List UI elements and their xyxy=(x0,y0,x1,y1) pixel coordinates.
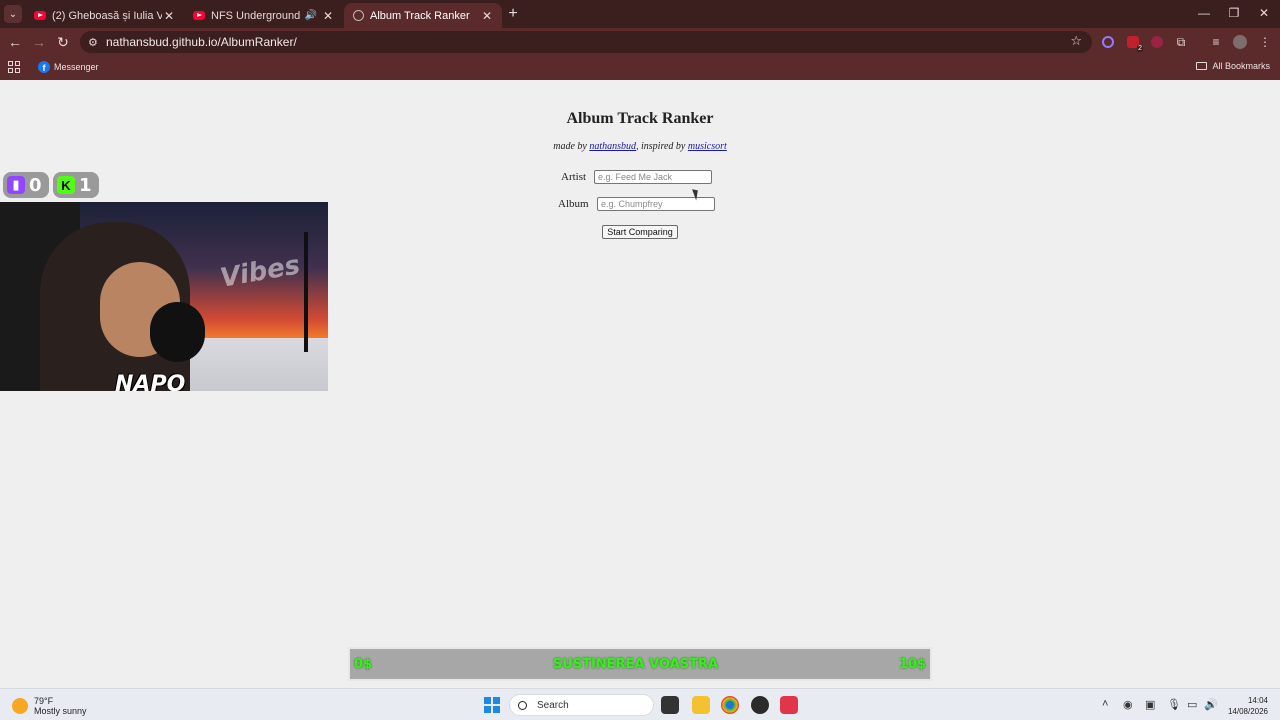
weather-desc: Mostly sunny xyxy=(34,706,87,716)
microphone xyxy=(150,302,205,362)
apps-grid-icon[interactable] xyxy=(8,61,20,73)
twitch-viewer-counter: ▮ 0 xyxy=(3,172,49,198)
search-icon xyxy=(518,700,527,710)
system-clock[interactable]: 14:04 14/08/2026 xyxy=(1228,695,1268,717)
extension-ring-icon[interactable] xyxy=(1100,34,1116,50)
chrome-icon[interactable] xyxy=(721,696,739,714)
profile-avatar-icon[interactable] xyxy=(1232,34,1248,50)
tab-bar: ⌄ (2) Gheboasă și Iulia Vorbesc de ✕ NFS… xyxy=(0,0,1280,28)
tab-youtube-nfs[interactable]: NFS Underground 2 - Soun 🔊 ✕ xyxy=(185,3,343,28)
url-text[interactable]: nathansbud.github.io/AlbumRanker/ xyxy=(106,35,297,49)
back-arrow-icon[interactable]: ← xyxy=(6,33,24,51)
streamer-name-logo: NAPO xyxy=(115,372,186,391)
window-close-icon[interactable]: ✕ xyxy=(1256,6,1272,20)
app-icon[interactable] xyxy=(751,696,769,714)
reload-icon[interactable]: ↻ xyxy=(54,33,72,51)
file-explorer-icon[interactable] xyxy=(692,696,710,714)
goal-title: SUSTINEREA VOASTRA xyxy=(552,656,719,672)
taskbar-search[interactable]: Search xyxy=(509,694,654,716)
volume-icon[interactable]: 🔊 xyxy=(1204,698,1218,711)
tab-title: Album Track Ranker xyxy=(370,9,470,22)
tab-album-track-ranker[interactable]: Album Track Ranker ✕ xyxy=(344,3,502,28)
extension-pink-icon[interactable] xyxy=(1149,34,1165,50)
close-icon[interactable]: ✕ xyxy=(162,9,176,23)
new-tab-plus-icon[interactable]: + xyxy=(504,5,522,23)
page-title: Album Track Ranker xyxy=(566,110,714,127)
webcam-feed: Vibes NAPO xyxy=(0,202,328,391)
weather-widget[interactable]: 79°F Mostly sunny xyxy=(12,696,87,716)
kick-count: 1 xyxy=(79,174,92,196)
artist-label: Artist xyxy=(561,171,587,183)
forward-arrow-icon[interactable]: → xyxy=(30,33,48,51)
all-bookmarks[interactable]: All Bookmarks xyxy=(1196,61,1270,71)
goal-current: 0$ xyxy=(354,656,373,672)
sun-icon xyxy=(12,698,28,714)
bookmark-label: Messenger xyxy=(54,62,99,72)
artist-input[interactable] xyxy=(594,170,712,184)
donation-goal-bar: 0$ SUSTINEREA VOASTRA 10$ xyxy=(348,647,932,681)
facebook-icon: f xyxy=(38,61,50,73)
credits-line: made by nathansbud, inspired by musicsor… xyxy=(0,141,1280,152)
address-bar[interactable]: ⚙ nathansbud.github.io/AlbumRanker/ ☆ xyxy=(80,31,1092,53)
kick-viewer-counter: K 1 xyxy=(53,172,99,198)
bookmark-messenger[interactable]: f Messenger xyxy=(38,61,99,73)
microphone-icon[interactable]: 🎙 xyxy=(1167,698,1181,711)
kick-icon: K xyxy=(57,176,75,194)
all-bookmarks-label: All Bookmarks xyxy=(1212,61,1270,71)
close-icon[interactable]: ✕ xyxy=(321,9,335,23)
weather-temp: 79°F xyxy=(34,696,54,706)
made-by-text: made by xyxy=(553,141,590,152)
clock-time: 14:04 xyxy=(1247,696,1268,705)
restore-icon[interactable]: ❐ xyxy=(1226,6,1242,20)
menu-kebab-icon[interactable]: ⋮ xyxy=(1257,34,1273,50)
extensions-puzzle-icon[interactable]: ⧉ xyxy=(1173,34,1189,50)
tab-title: NFS Underground 2 - Soun xyxy=(211,9,301,22)
start-comparing-button[interactable]: Start Comparing xyxy=(602,225,678,239)
folder-icon xyxy=(1196,62,1208,70)
steam-icon[interactable]: ◉ xyxy=(1123,698,1133,711)
close-icon[interactable]: ✕ xyxy=(480,9,494,23)
site-info-icon[interactable]: ⚙ xyxy=(88,36,104,49)
vibes-neon-sign: Vibes xyxy=(218,250,303,294)
twitch-count: 0 xyxy=(29,174,42,196)
globe-icon xyxy=(352,10,364,22)
task-view-icon[interactable] xyxy=(661,696,679,714)
browser-toolbar: ← → ↻ ⚙ nathansbud.github.io/AlbumRanker… xyxy=(0,28,1280,56)
tray-app-icon[interactable]: ▣ xyxy=(1145,698,1155,711)
media-controls-icon[interactable]: ≡ xyxy=(1208,34,1224,50)
search-label: Search xyxy=(537,699,569,711)
tab-title: (2) Gheboasă și Iulia Vorbesc de xyxy=(52,9,162,22)
chevron-up-icon[interactable]: ˄ xyxy=(1102,698,1108,710)
inspiration-link[interactable]: musicsort xyxy=(688,141,727,152)
twitch-icon: ▮ xyxy=(7,176,25,194)
tab-search-chevron-icon[interactable]: ⌄ xyxy=(4,5,22,23)
bookmark-star-icon[interactable]: ☆ xyxy=(1070,33,1082,49)
windows-taskbar: 79°F Mostly sunny Search ˄ ◉ ▣ 🎙 ▭ 🔊 14:… xyxy=(0,688,1280,720)
author-link[interactable]: nathansbud xyxy=(589,141,636,152)
minimize-icon[interactable]: — xyxy=(1196,6,1212,20)
extension-red-icon[interactable]: 2 xyxy=(1125,34,1143,52)
album-label: Album xyxy=(558,198,589,210)
clock-date: 14/08/2026 xyxy=(1227,707,1268,716)
tab-youtube-gheboasa[interactable]: (2) Gheboasă și Iulia Vorbesc de ✕ xyxy=(26,3,184,28)
bookmarks-bar: f Messenger All Bookmarks xyxy=(0,56,1280,80)
inspired-by-text: , inspired by xyxy=(636,141,688,152)
app-red-icon[interactable] xyxy=(780,696,798,714)
youtube-icon xyxy=(34,10,46,22)
windows-start-icon[interactable] xyxy=(484,697,500,713)
speaker-icon[interactable]: 🔊 xyxy=(305,10,317,21)
youtube-icon xyxy=(193,10,205,22)
network-icon[interactable]: ▭ xyxy=(1187,698,1197,711)
goal-target: 10$ xyxy=(898,656,926,672)
